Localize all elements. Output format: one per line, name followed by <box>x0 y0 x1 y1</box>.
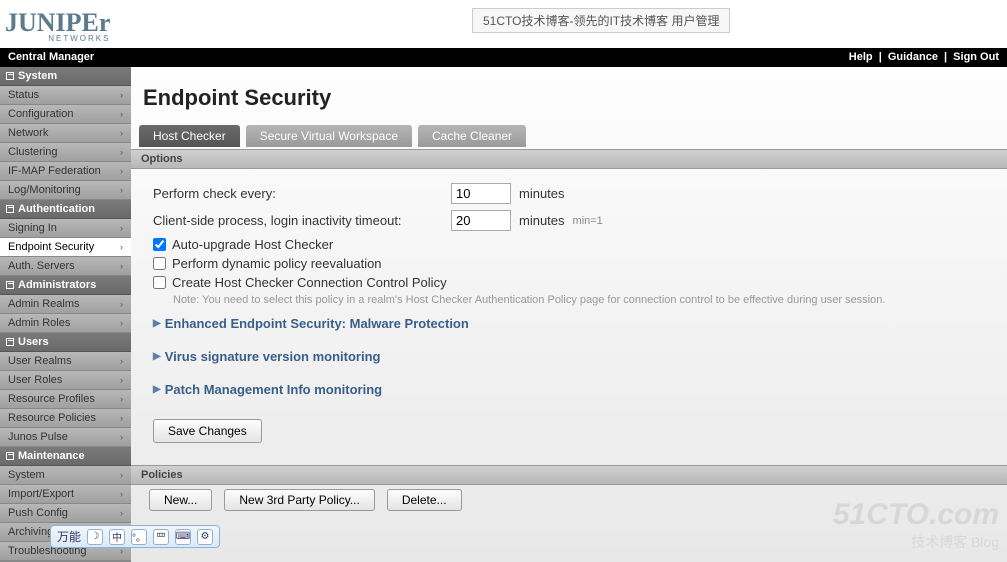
sidebar-item-signing-in[interactable]: Signing In› <box>0 219 131 238</box>
sidebar-item-status[interactable]: Status› <box>0 86 131 105</box>
tab-cache-cleaner[interactable]: Cache Cleaner <box>418 125 526 147</box>
conn-control-label: Create Host Checker Connection Control P… <box>172 275 447 290</box>
chevron-right-icon: › <box>120 128 123 138</box>
chevron-right-icon: › <box>120 318 123 328</box>
sidebar-item-import-export[interactable]: Import/Export› <box>0 485 131 504</box>
timeout-input[interactable] <box>451 210 511 231</box>
grid-icon[interactable]: 罒 <box>153 529 169 545</box>
chevron-right-icon: › <box>120 375 123 385</box>
top-badge: 51CTO技术博客-领先的IT技术博客 用户管理 <box>472 8 730 33</box>
chevron-right-icon: › <box>120 394 123 404</box>
auto-upgrade-checkbox[interactable] <box>153 238 166 251</box>
sidebar-item-auth-servers[interactable]: Auth. Servers› <box>0 257 131 276</box>
sidebar-item-log-monitoring[interactable]: Log/Monitoring› <box>0 181 131 200</box>
collapse-icon <box>6 281 14 289</box>
app-bar: Central Manager Help | Guidance | Sign O… <box>0 48 1007 67</box>
sidebar-item-push-config[interactable]: Push Config› <box>0 504 131 523</box>
char-icon[interactable]: 中 <box>109 529 125 545</box>
chevron-right-icon: › <box>120 185 123 195</box>
sidebar-item-junos-pulse[interactable]: Junos Pulse› <box>0 428 131 447</box>
sidebar-item-configuration[interactable]: Configuration› <box>0 105 131 124</box>
sidebar-group-header[interactable]: Maintenance <box>0 447 131 466</box>
chevron-right-icon: › <box>120 470 123 480</box>
collapse-icon <box>6 72 14 80</box>
chevron-right-icon: › <box>120 166 123 176</box>
timeout-label: Client-side process, login inactivity ti… <box>153 213 443 228</box>
collapse-icon <box>6 205 14 213</box>
sidebar-group-header[interactable]: Administrators <box>0 276 131 295</box>
new-button[interactable]: New... <box>149 489 212 511</box>
auto-upgrade-label: Auto-upgrade Host Checker <box>172 237 333 252</box>
chevron-right-icon: ▶ <box>153 318 161 329</box>
sidebar-item-clustering[interactable]: Clustering› <box>0 143 131 162</box>
keyboard-icon[interactable]: ⌨ <box>175 529 191 545</box>
perform-check-unit: minutes <box>519 186 565 201</box>
sidebar: SystemStatus›Configuration›Network›Clust… <box>0 67 131 562</box>
signout-link[interactable]: Sign Out <box>953 51 999 63</box>
chevron-right-icon: › <box>120 299 123 309</box>
chevron-right-icon: › <box>120 508 123 518</box>
timeout-hint: min=1 <box>573 215 603 227</box>
chevron-right-icon: › <box>120 261 123 271</box>
sidebar-group-header[interactable]: Users <box>0 333 131 352</box>
app-title: Central Manager <box>8 48 94 67</box>
sidebar-item-if-map-federation[interactable]: IF-MAP Federation› <box>0 162 131 181</box>
float-label: 万能 <box>57 528 81 545</box>
timeout-unit: minutes <box>519 213 565 228</box>
perform-check-label: Perform check every: <box>153 186 443 201</box>
sidebar-item-admin-realms[interactable]: Admin Realms› <box>0 295 131 314</box>
logo: JUNIPEr NETWORKS <box>5 8 110 43</box>
chevron-right-icon: › <box>120 223 123 233</box>
tab-host-checker[interactable]: Host Checker <box>139 125 240 147</box>
chevron-right-icon: ▶ <box>153 351 161 362</box>
sidebar-item-system[interactable]: System› <box>0 466 131 485</box>
tab-secure-virtual-workspace[interactable]: Secure Virtual Workspace <box>246 125 412 147</box>
sidebar-item-user-roles[interactable]: User Roles› <box>0 371 131 390</box>
sidebar-group-header[interactable]: Authentication <box>0 200 131 219</box>
save-button[interactable]: Save Changes <box>153 419 262 443</box>
collapse-icon <box>6 338 14 346</box>
perform-check-input[interactable] <box>451 183 511 204</box>
new-3rdparty-button[interactable]: New 3rd Party Policy... <box>224 489 374 511</box>
dynamic-policy-checkbox[interactable] <box>153 257 166 270</box>
delete-button[interactable]: Delete... <box>387 489 462 511</box>
chevron-right-icon: › <box>120 489 123 499</box>
help-link[interactable]: Help <box>849 51 873 63</box>
chevron-right-icon: › <box>120 413 123 423</box>
moon-icon[interactable]: ☽ <box>87 529 103 545</box>
degree-icon[interactable]: °。 <box>131 529 147 545</box>
chevron-right-icon: › <box>120 356 123 366</box>
chevron-right-icon: › <box>120 147 123 157</box>
sidebar-item-resource-profiles[interactable]: Resource Profiles› <box>0 390 131 409</box>
watermark: 51CTO.com 技术博客 Blog <box>833 498 999 552</box>
guidance-link[interactable]: Guidance <box>888 51 938 63</box>
sidebar-item-admin-roles[interactable]: Admin Roles› <box>0 314 131 333</box>
chevron-right-icon: › <box>120 242 123 252</box>
chevron-right-icon: ▶ <box>153 384 161 395</box>
chevron-right-icon: › <box>120 90 123 100</box>
conn-control-note: Note: You need to select this policy in … <box>173 294 985 306</box>
sidebar-group-header[interactable]: System <box>0 67 131 86</box>
expander-malware[interactable]: ▶ Enhanced Endpoint Security: Malware Pr… <box>153 316 985 331</box>
conn-control-checkbox[interactable] <box>153 276 166 289</box>
sidebar-item-resource-policies[interactable]: Resource Policies› <box>0 409 131 428</box>
float-toolbar[interactable]: 万能 ☽ 中 °。 罒 ⌨ ⚙ <box>50 525 220 548</box>
sidebar-item-network[interactable]: Network› <box>0 124 131 143</box>
collapse-icon <box>6 452 14 460</box>
content: Endpoint Security Host Checker Secure Vir… <box>131 67 1007 562</box>
expander-virus[interactable]: ▶ Virus signature version monitoring <box>153 349 985 364</box>
sidebar-item-endpoint-security[interactable]: Endpoint Security› <box>0 238 131 257</box>
chevron-right-icon: › <box>120 432 123 442</box>
chevron-right-icon: › <box>120 109 123 119</box>
section-options: Options <box>131 149 1007 169</box>
section-policies: Policies <box>131 465 1007 485</box>
page-title: Endpoint Security <box>131 67 1007 125</box>
dynamic-policy-label: Perform dynamic policy reevaluation <box>172 256 382 271</box>
sidebar-item-user-realms[interactable]: User Realms› <box>0 352 131 371</box>
tabs: Host Checker Secure Virtual Workspace Cach… <box>131 125 1007 147</box>
expander-patch[interactable]: ▶ Patch Management Info monitoring <box>153 382 985 397</box>
gear-icon[interactable]: ⚙ <box>197 529 213 545</box>
